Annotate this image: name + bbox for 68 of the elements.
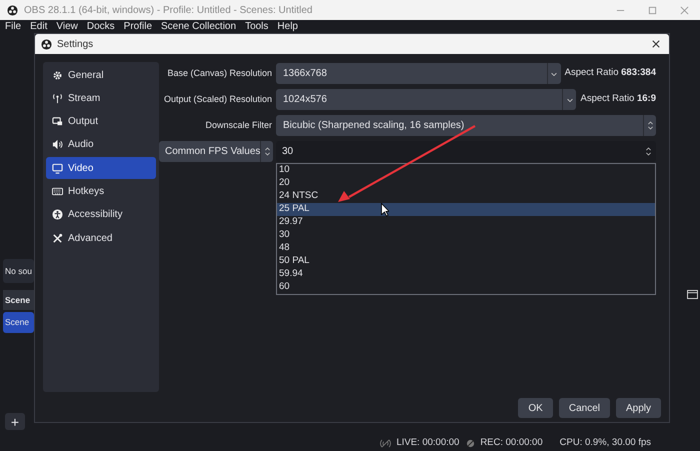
menu-item[interactable]: Docks: [86, 22, 115, 32]
menu-item[interactable]: Profile: [124, 22, 152, 32]
fps-option[interactable]: 50 PAL: [277, 255, 655, 268]
close-icon: [652, 40, 660, 48]
scene-item[interactable]: Scene: [3, 312, 34, 333]
field-label: Downscale Filter: [204, 118, 273, 132]
aspect-ratio-text: Aspect Ratio 683:384: [564, 66, 656, 80]
cpu-status: CPU: 0.9%, 30.00 fps: [560, 436, 651, 450]
menu-item[interactable]: File: [5, 22, 22, 32]
fps-option[interactable]: 29.97: [277, 216, 655, 229]
gear-icon: [52, 70, 63, 80]
menu-item[interactable]: Scene Collection: [161, 22, 236, 32]
window-title: OBS 28.1.1 (64-bit, windows) - Profile: Untitled - Scenes: Untitled: [24, 4, 312, 18]
aspect-ratio-text: Aspect Ratio 16:9: [580, 92, 656, 106]
sidebar-item[interactable]: Stream: [46, 87, 156, 110]
field-label: Base (Canvas) Resolution: [166, 66, 273, 80]
sidebar-item[interactable]: Video: [46, 157, 156, 180]
sidebar-item[interactable]: Output: [46, 110, 156, 133]
fps-option[interactable]: 48: [277, 242, 655, 255]
keyboard-icon: [52, 186, 63, 197]
sidebar-item[interactable]: Audio: [46, 134, 156, 156]
fps-option[interactable]: 30: [277, 229, 655, 242]
fps-option[interactable]: 10: [277, 164, 655, 177]
fps-type-dropdown[interactable]: Common FPS Values: [159, 141, 273, 162]
person-icon: [52, 209, 63, 220]
scenes-title: Scene: [3, 290, 34, 310]
filter-dropdown[interactable]: Bicubic (Sharpened scaling, 16 samples): [276, 115, 656, 136]
fps-option[interactable]: 25 PAL: [277, 203, 655, 216]
mouse-pointer-icon: [381, 203, 389, 217]
maximize-icon: [648, 6, 656, 14]
close-icon: [680, 6, 688, 14]
sidebar-item[interactable]: Advanced: [46, 227, 156, 250]
dialog-title: Settings: [57, 38, 94, 52]
fps-option[interactable]: 59.94: [277, 268, 655, 281]
dialog-button[interactable]: Cancel: [558, 398, 610, 418]
output-icon: [52, 116, 63, 128]
dialog-button[interactable]: OK: [518, 398, 553, 418]
fps-option[interactable]: 20: [277, 177, 655, 190]
record-icon: [466, 438, 476, 448]
updown-icon: [646, 121, 654, 130]
sources-empty-text: No sou: [3, 259, 34, 283]
speaker-icon: [52, 139, 63, 150]
fps-value-field[interactable]: 30: [276, 141, 656, 162]
broadcast-icon: [379, 438, 392, 448]
dock-icon: [687, 290, 698, 299]
updown-icon: [264, 147, 271, 156]
menu-item[interactable]: Help: [277, 22, 298, 32]
antenna-icon: [52, 92, 63, 104]
field-label: Output (Scaled) Resolution: [162, 92, 273, 106]
add-button[interactable]: +: [5, 413, 25, 430]
menu-item[interactable]: Tools: [245, 22, 268, 32]
updown-icon: [645, 147, 652, 156]
rec-timer: REC: 00:00:00: [480, 436, 543, 450]
sidebar-item[interactable]: Accessibility: [46, 204, 156, 226]
fps-option[interactable]: 60: [277, 281, 655, 294]
monitor-icon: [52, 162, 63, 174]
menu-item[interactable]: View: [56, 22, 78, 32]
tools-icon: [52, 232, 63, 244]
fps-option[interactable]: 24 NTSC: [277, 190, 655, 203]
menu-item[interactable]: Edit: [30, 22, 48, 32]
live-timer: LIVE: 00:00:00: [396, 436, 460, 450]
app-logo-icon: [7, 4, 18, 16]
sidebar-item[interactable]: Hotkeys: [46, 180, 156, 202]
app-logo-icon: [41, 38, 52, 50]
dialog-button[interactable]: Apply: [616, 398, 661, 418]
sidebar-item[interactable]: General: [46, 64, 156, 86]
resolution-field[interactable]: 1366x768: [276, 63, 561, 84]
resolution-field[interactable]: 1024x576: [276, 89, 576, 110]
